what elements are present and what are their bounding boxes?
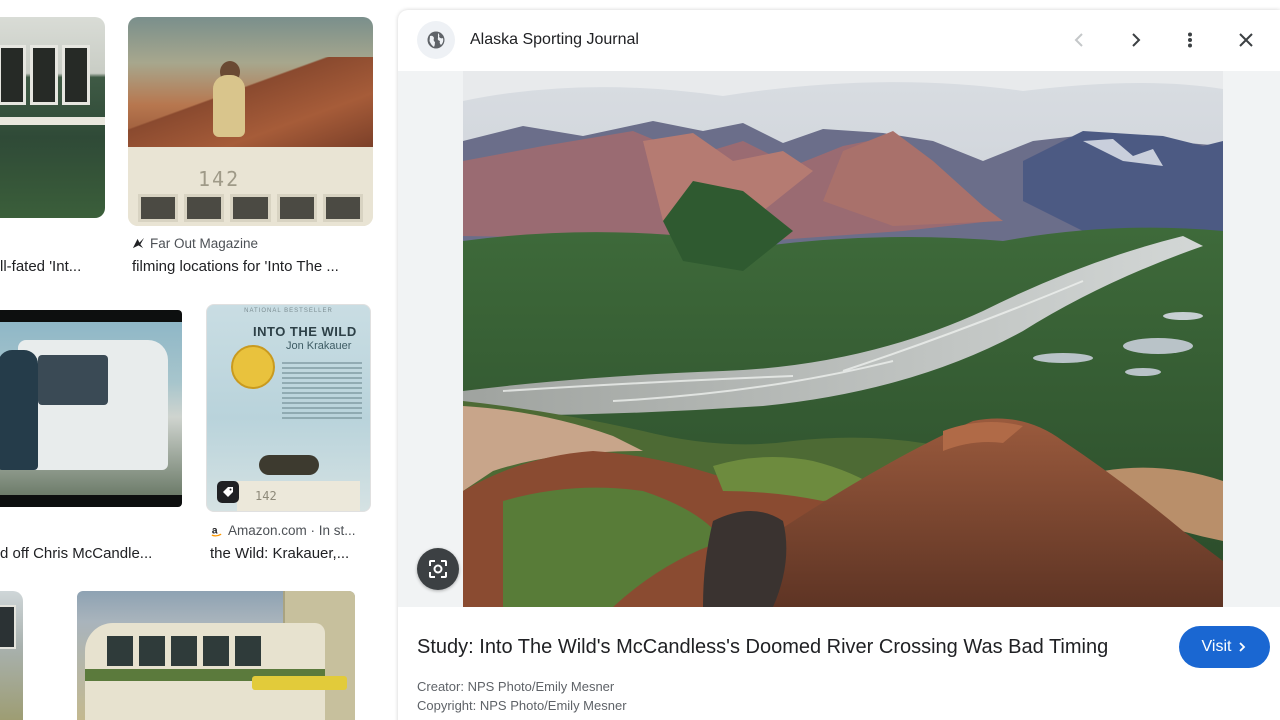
image-preview-panel: Alaska Sporting Journal Study: Into The … [398, 10, 1280, 720]
chevron-right-icon[interactable] [1119, 24, 1151, 56]
chevron-left-icon[interactable] [1064, 24, 1096, 56]
preview-image[interactable] [463, 71, 1223, 607]
lens-search-icon[interactable] [417, 548, 459, 590]
image-results-grid: ll-fated 'Int... 142 Far Out Magazine fi… [0, 0, 398, 720]
source-site-title[interactable]: Alaska Sporting Journal [470, 31, 639, 49]
bus-number: 142 [198, 167, 241, 191]
book-title: INTO THE WILD [253, 324, 357, 339]
result-thumbnail-bus-green[interactable] [0, 17, 105, 218]
globe-icon[interactable] [417, 21, 455, 59]
more-vert-icon[interactable] [1174, 24, 1206, 56]
book-author: Jon Krakauer [286, 340, 352, 352]
result-thumbnail-man-on-bus[interactable]: 142 [128, 17, 373, 226]
preview-image-area [398, 71, 1280, 607]
svg-text:a: a [212, 525, 218, 536]
result-thumbnail-book-cover[interactable]: NATIONAL BESTSELLER INTO THE WILD Jon Kr… [206, 304, 371, 512]
result-caption[interactable]: the Wild: Krakauer,... [210, 545, 380, 562]
image-copyright: Copyright: NPS Photo/Emily Mesner [417, 698, 627, 713]
result-caption[interactable]: filming locations for 'Into The ... [132, 258, 372, 275]
book-badge: NATIONAL BESTSELLER [244, 308, 333, 314]
preview-header: Alaska Sporting Journal [398, 10, 1280, 71]
visit-button[interactable]: Visit [1179, 626, 1270, 668]
result-caption[interactable]: d off Chris McCandle... [0, 545, 180, 562]
result-source[interactable]: Far Out Magazine [132, 236, 258, 251]
book-bus-number: 142 [255, 489, 277, 503]
close-icon[interactable] [1230, 24, 1262, 56]
product-tag-icon [217, 481, 239, 503]
book-seal-icon [231, 345, 275, 389]
result-caption[interactable]: ll-fated 'Int... [0, 258, 98, 275]
result-thumbnail-bus-partial[interactable] [0, 591, 23, 720]
result-thumbnail-truck[interactable] [0, 310, 182, 507]
result-thumbnail-bus-yellow[interactable] [77, 591, 355, 720]
image-title[interactable]: Study: Into The Wild's McCandless's Doom… [417, 636, 1108, 659]
result-source[interactable]: a Amazon.com · In st... [210, 523, 356, 538]
chevron-right-icon [1239, 642, 1246, 652]
far-out-logo-icon [132, 237, 145, 249]
amazon-logo-icon: a [211, 525, 222, 537]
image-creator: Creator: NPS Photo/Emily Mesner [417, 679, 615, 694]
visit-button-label: Visit [1201, 638, 1232, 655]
